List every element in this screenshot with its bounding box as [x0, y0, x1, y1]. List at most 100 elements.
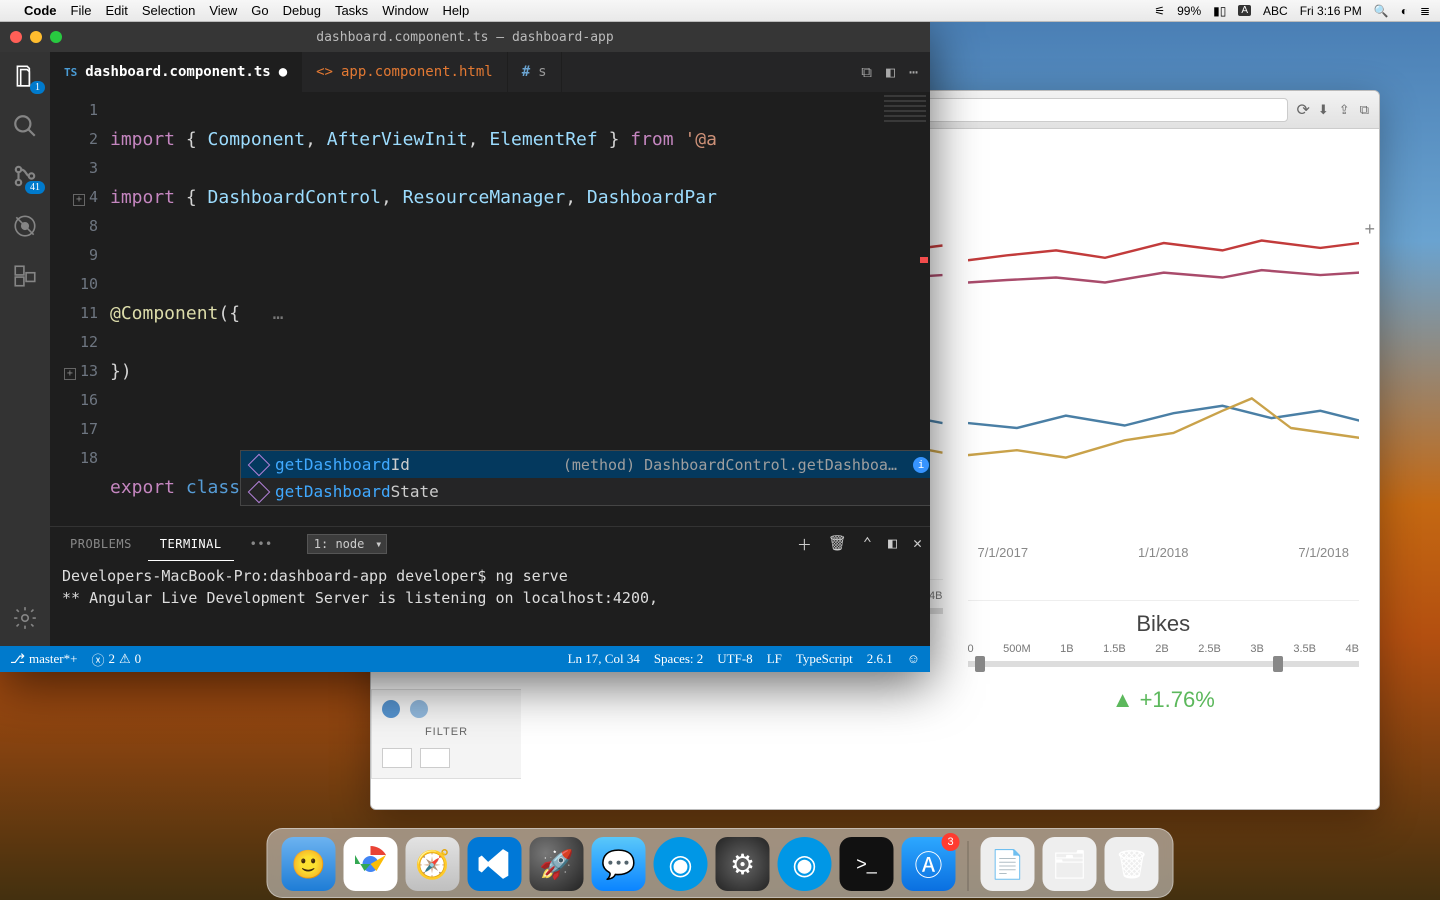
tab-app-component-html[interactable]: <> app.component.html — [302, 52, 508, 92]
spotlight-icon[interactable]: 🔍 — [1374, 4, 1389, 18]
suggest-item-getdashboardstate[interactable]: getDashboardState — [241, 478, 930, 505]
vscode-title-bar[interactable]: dashboard.component.ts — dashboard-app — [0, 22, 930, 52]
dock-terminal-icon[interactable]: >_ — [840, 837, 894, 891]
dock-folder-icon[interactable]: 🗂 — [1043, 837, 1097, 891]
filter-dot-1[interactable] — [382, 700, 400, 718]
activity-extensions-icon[interactable] — [11, 262, 39, 290]
browser-download-icon[interactable]: ⬇ — [1318, 102, 1329, 118]
editor-tab-row: TS dashboard.component.ts ● <> app.compo… — [50, 52, 930, 92]
activity-debug-icon[interactable] — [11, 212, 39, 240]
filter-dot-2[interactable] — [410, 700, 428, 718]
dock-app-blue-2-icon[interactable]: ◉ — [778, 837, 832, 891]
scale-marker-right-a[interactable] — [975, 656, 985, 672]
dock-system-preferences-icon[interactable]: ⚙ — [716, 837, 770, 891]
vscode-window: dashboard.component.ts — dashboard-app 1… — [0, 22, 930, 672]
panel-tab-problems[interactable]: PROBLEMS — [58, 527, 144, 561]
ts-file-icon: TS — [64, 66, 77, 79]
tab-dashboard-component[interactable]: TS dashboard.component.ts ● — [50, 52, 302, 92]
scale-bar-right[interactable] — [968, 661, 1360, 667]
tab-third[interactable]: # s — [508, 52, 562, 92]
new-terminal-icon[interactable]: ＋ — [797, 534, 812, 555]
hash-file-icon: # — [522, 64, 530, 80]
status-bar: ⎇master*+ ⓧ2 ⚠0 Ln 17, Col 34 Spaces: 2 … — [0, 646, 930, 672]
kill-terminal-icon[interactable]: 🗑 — [828, 534, 847, 555]
suggest-method-icon — [248, 480, 271, 503]
browser-new-tab-icon[interactable]: + — [1364, 219, 1375, 240]
menu-debug[interactable]: Debug — [283, 3, 321, 18]
panel-close-icon[interactable]: ✕ — [913, 534, 922, 555]
status-errors[interactable]: ⓧ2 ⚠0 — [91, 650, 141, 669]
status-indent[interactable]: Spaces: 2 — [654, 651, 703, 667]
fold-marker-icon[interactable]: + — [64, 368, 76, 380]
battery-icon[interactable]: ▮▯ — [1213, 4, 1226, 18]
dock-trash-icon[interactable]: 🗑 — [1105, 837, 1159, 891]
notification-center-icon[interactable]: ≣ — [1420, 4, 1430, 18]
panel-up-icon[interactable]: ⌃ — [863, 534, 872, 555]
panel-tab-terminal[interactable]: TERMINAL — [148, 527, 234, 561]
explorer-badge: 1 — [30, 81, 45, 94]
menu-help[interactable]: Help — [442, 3, 469, 18]
window-zoom-button[interactable] — [50, 31, 62, 43]
terminal-body[interactable]: Developers-MacBook-Pro:dashboard-app dev… — [50, 561, 930, 646]
status-typescript-version[interactable]: 2.6.1 — [867, 651, 893, 667]
dock-finder-icon[interactable]: 🙂 — [282, 837, 336, 891]
scale-marker-right-b[interactable] — [1273, 656, 1283, 672]
activity-scm-icon[interactable]: 41 — [11, 162, 39, 190]
dock-launchpad-icon[interactable]: 🚀 — [530, 837, 584, 891]
status-eol[interactable]: LF — [767, 651, 782, 667]
status-cursor-position[interactable]: Ln 17, Col 34 — [568, 651, 640, 667]
scm-badge: 41 — [25, 181, 45, 194]
intellisense-suggest-widget[interactable]: getDashboardId (method) DashboardControl… — [240, 450, 930, 506]
menu-selection[interactable]: Selection — [142, 3, 195, 18]
filter-grid-view-button[interactable] — [420, 748, 450, 768]
split-editor-icon[interactable]: ◧ — [886, 63, 895, 81]
menubar-app-name[interactable]: Code — [24, 3, 57, 18]
editor-more-icon[interactable]: ⋯ — [909, 63, 918, 81]
activity-explorer-icon[interactable]: 1 — [11, 62, 39, 90]
status-encoding[interactable]: UTF-8 — [717, 651, 752, 667]
fold-marker-icon[interactable]: + — [73, 194, 85, 206]
panel-maximize-icon[interactable]: ◧ — [888, 534, 897, 555]
menubar-clock[interactable]: Fri 3:16 PM — [1300, 4, 1362, 18]
browser-tabs-icon[interactable]: ⧉ — [1360, 102, 1369, 118]
filter-chart-view-button[interactable] — [382, 748, 412, 768]
panel-tab-more-icon[interactable]: ••• — [238, 527, 285, 561]
input-source-indicator[interactable]: A — [1238, 5, 1251, 16]
wifi-icon[interactable]: ⚟ — [1154, 4, 1165, 18]
menu-go[interactable]: Go — [251, 3, 268, 18]
suggest-info-icon[interactable]: i — [913, 457, 929, 473]
dock-app-store-icon[interactable]: Ⓐ 3 — [902, 837, 956, 891]
dock-vscode-icon[interactable] — [468, 837, 522, 891]
suggest-item-getdashboardid[interactable]: getDashboardId (method) DashboardControl… — [241, 451, 930, 478]
code-editor[interactable]: 1 2 3 +4 8 9 10 11 12 +13 16 17 18 impor… — [50, 92, 930, 526]
terminal-selector[interactable]: 1: node▾ — [307, 534, 388, 554]
dock-messages-icon[interactable]: 💬 — [592, 837, 646, 891]
menu-view[interactable]: View — [209, 3, 237, 18]
browser-reload-icon[interactable]: ⟳ — [1296, 100, 1309, 120]
change-value-positive: ▲ +1.76% — [1112, 687, 1215, 713]
status-language[interactable]: TypeScript — [796, 651, 853, 667]
dock-safari-icon[interactable]: 🧭 — [406, 837, 460, 891]
input-source-label[interactable]: ABC — [1263, 4, 1288, 18]
chart-right-svg — [968, 169, 1360, 539]
status-feedback-icon[interactable]: ☺ — [907, 651, 920, 667]
siri-icon[interactable]: ◐ — [1401, 4, 1408, 18]
dock-chrome-icon[interactable] — [344, 837, 398, 891]
menu-window[interactable]: Window — [382, 3, 428, 18]
open-changes-icon[interactable]: ⧉ — [861, 63, 872, 81]
dashboard-chart-right: 7/1/2017 1/1/2018 7/1/2018 Bikes 0 500M … — [968, 169, 1360, 809]
dock-app-blue-1-icon[interactable]: ◉ — [654, 837, 708, 891]
menu-edit[interactable]: Edit — [105, 3, 127, 18]
activity-search-icon[interactable] — [11, 112, 39, 140]
filter-panel-label: FILTER — [382, 726, 511, 738]
status-branch[interactable]: ⎇master*+ — [10, 651, 77, 667]
activity-settings-icon[interactable] — [11, 604, 39, 632]
window-minimize-button[interactable] — [30, 31, 42, 43]
menu-file[interactable]: File — [71, 3, 92, 18]
battery-percent[interactable]: 99% — [1177, 4, 1201, 18]
menu-tasks[interactable]: Tasks — [335, 3, 368, 18]
browser-share-icon[interactable]: ⇪ — [1339, 102, 1350, 118]
vscode-window-title: dashboard.component.ts — dashboard-app — [316, 30, 613, 45]
window-close-button[interactable] — [10, 31, 22, 43]
dock-document-icon[interactable]: 📄 — [981, 837, 1035, 891]
